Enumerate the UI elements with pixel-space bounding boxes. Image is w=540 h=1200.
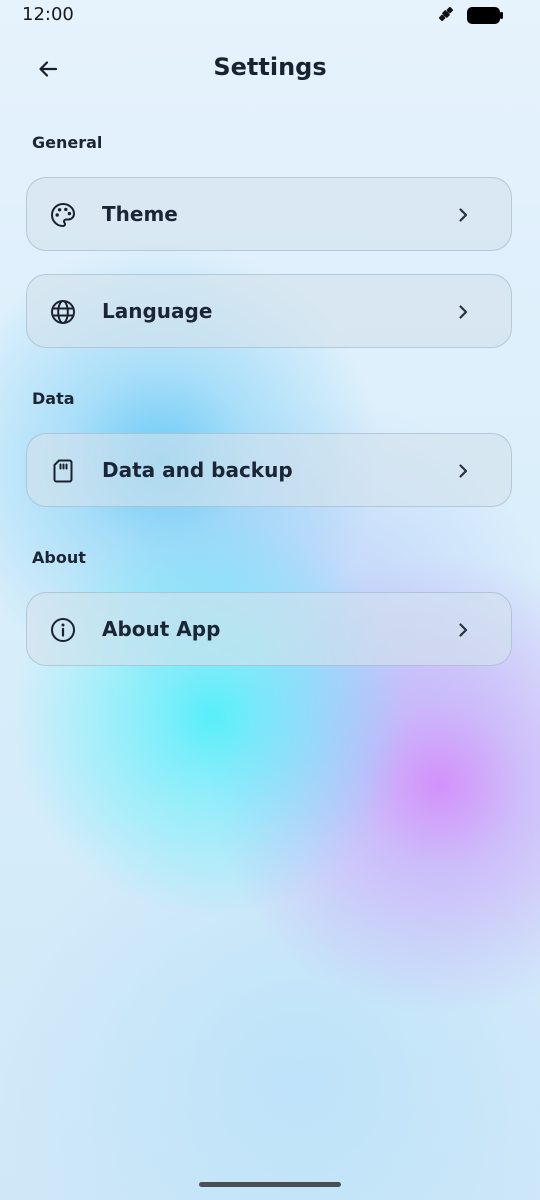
chevron-right-icon (459, 464, 468, 478)
section-header-general: General (32, 133, 103, 152)
settings-item-language[interactable]: Language (26, 274, 512, 348)
settings-item-label: Theme (102, 202, 178, 226)
section-header-data: Data (32, 389, 75, 408)
settings-item-theme[interactable]: Theme (26, 177, 512, 251)
info-icon (51, 618, 75, 642)
palette-icon (51, 203, 75, 227)
settings-item-about-app[interactable]: About App (26, 592, 512, 666)
battery-icon (467, 7, 503, 24)
settings-item-label: Language (102, 299, 213, 323)
status-time: 12:00 (22, 4, 74, 25)
page-title: Settings (213, 53, 327, 81)
satellite-icon (438, 6, 454, 22)
chevron-right-icon (459, 305, 468, 319)
status-bar: 12:00 (0, 0, 540, 32)
chevron-right-icon (459, 208, 468, 222)
settings-item-label: Data and backup (102, 458, 293, 482)
app-bar: Settings (0, 40, 540, 98)
settings-item-data-backup[interactable]: Data and backup (26, 433, 512, 507)
chevron-right-icon (459, 623, 468, 637)
settings-item-label: About App (102, 617, 221, 641)
home-indicator[interactable] (199, 1182, 341, 1187)
globe-icon (51, 300, 75, 324)
section-header-about: About (32, 548, 86, 567)
sd-card-icon (53, 459, 73, 483)
